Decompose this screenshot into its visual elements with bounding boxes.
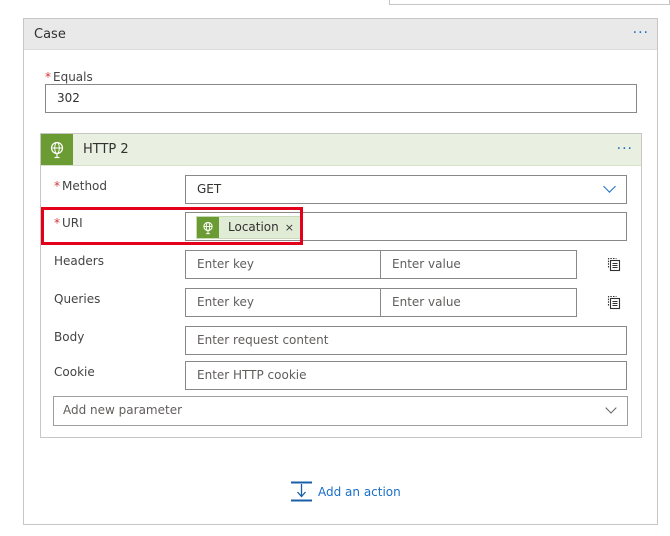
body-label: Body [54,330,85,344]
headers-label: Headers [54,254,104,268]
uri-label-text: URI [62,216,83,230]
chevron-down-icon [605,402,617,414]
header-value-placeholder: Enter value [392,257,461,271]
uri-label: * URI [54,216,83,230]
globe-icon [41,134,73,165]
add-action-label: Add an action [318,484,401,499]
uri-required-mark: * [54,216,60,230]
case-card: Case ··· * Equals 302 HTTP 2 ··· * Method … [23,18,658,525]
cookie-label: Cookie [54,365,95,379]
cookie-input[interactable]: Enter HTTP cookie [185,361,627,390]
queries-label: Queries [54,292,101,306]
add-new-parameter-label: Add new parameter [63,403,183,417]
add-action-icon [291,481,312,502]
http-action-title: HTTP 2 [83,142,129,157]
http-more-menu-button[interactable]: ··· [617,142,633,156]
equals-required-mark: * [45,70,51,84]
header-value-input[interactable]: Enter value [380,250,577,279]
location-token[interactable]: Location × [196,216,301,239]
token-globe-icon [197,217,219,238]
location-token-label: Location [228,220,279,234]
method-label: * Method [54,179,107,193]
remove-token-button[interactable]: × [285,217,300,238]
method-select[interactable]: GET [185,175,627,204]
body-input[interactable]: Enter request content [185,326,627,355]
query-value-input[interactable]: Enter value [380,288,577,317]
chevron-down-icon [603,180,616,193]
uri-input[interactable]: Location × [185,212,627,241]
query-value-placeholder: Enter value [392,295,461,309]
query-key-input[interactable]: Enter key [185,288,381,317]
header-key-placeholder: Enter key [197,257,255,271]
equals-label: * Equals [45,70,93,84]
case-title: Case [34,27,66,42]
equals-input[interactable]: 302 [45,84,637,113]
method-value: GET [197,182,222,196]
http-action-card: HTTP 2 ··· * Method GET * URI Location ×… [40,133,642,438]
equals-label-text: Equals [53,70,93,84]
body-placeholder: Enter request content [197,333,329,347]
headers-switch-mode-icon[interactable] [605,255,623,273]
add-action-button[interactable]: Add an action [291,481,401,502]
query-key-placeholder: Enter key [197,295,255,309]
cookie-placeholder: Enter HTTP cookie [197,368,307,382]
case-header[interactable]: Case ··· [24,19,657,50]
method-label-text: Method [62,179,108,193]
case-more-menu-button[interactable]: ··· [633,26,649,40]
http-action-header[interactable]: HTTP 2 ··· [41,134,641,166]
queries-switch-mode-icon[interactable] [605,293,623,311]
top-panel-edge [389,0,670,5]
method-required-mark: * [54,179,60,193]
equals-value: 302 [57,91,80,105]
add-new-parameter-dropdown[interactable]: Add new parameter [53,396,628,426]
header-key-input[interactable]: Enter key [185,250,381,279]
